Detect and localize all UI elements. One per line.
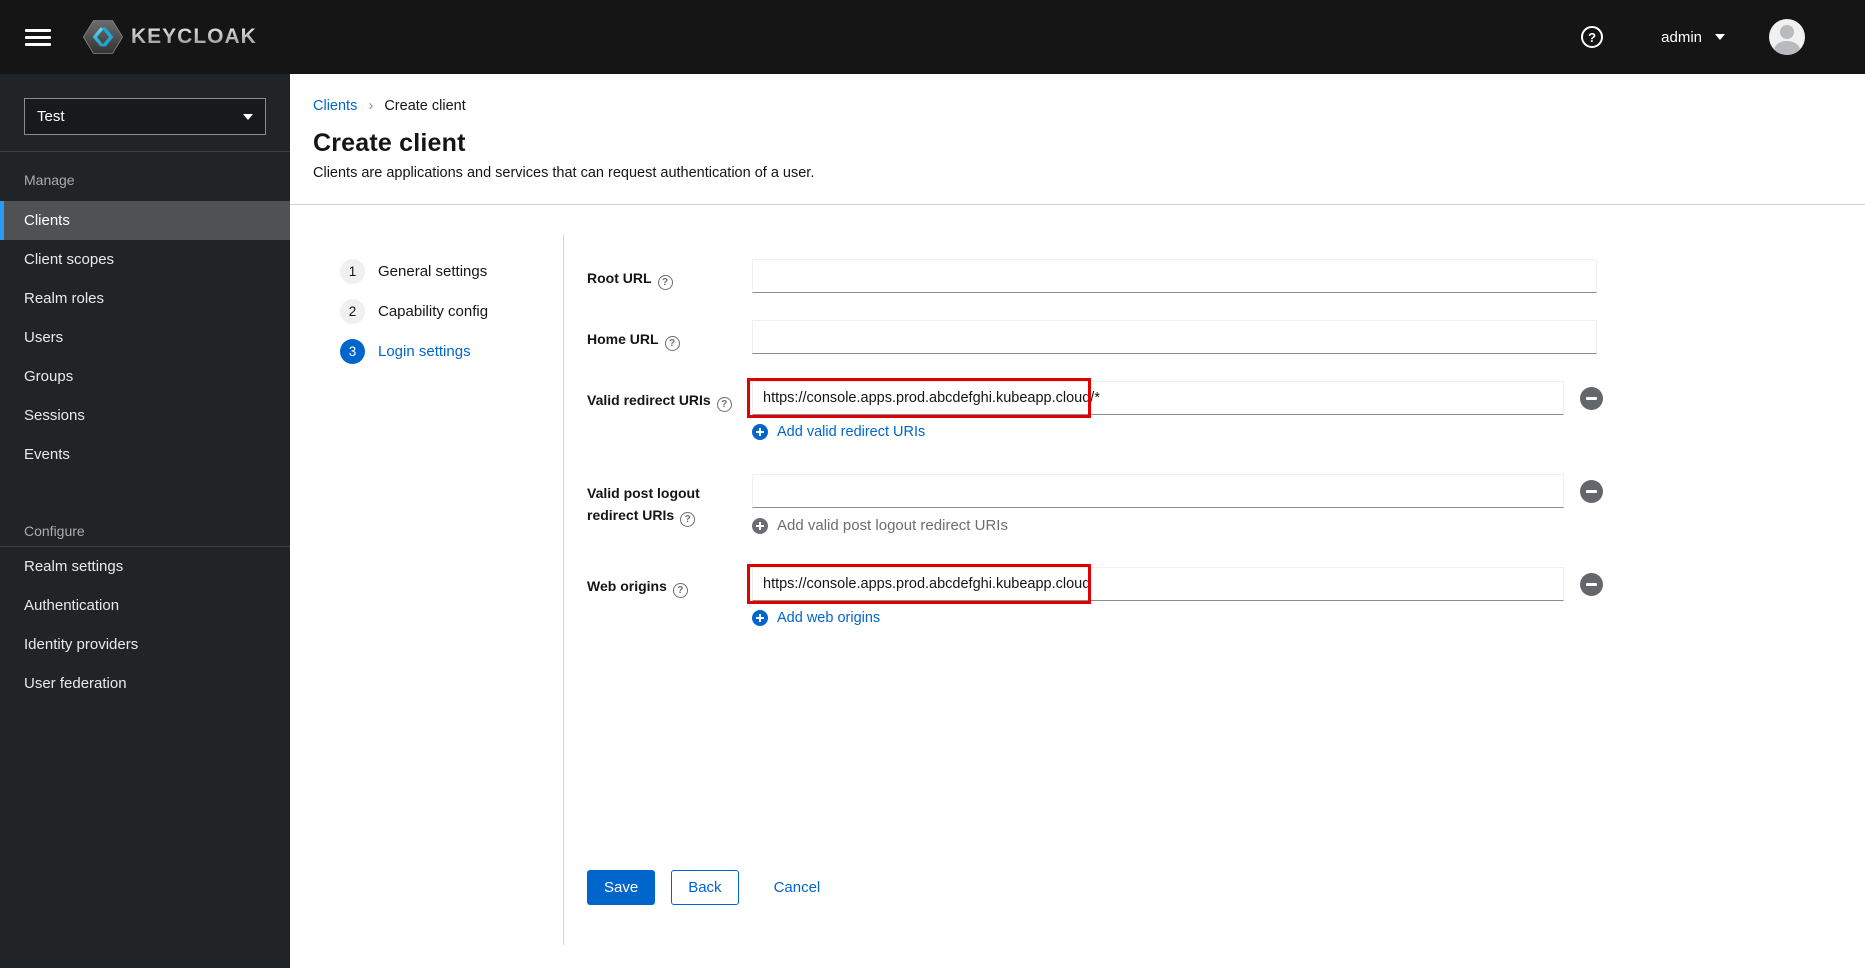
breadcrumb-clients-link[interactable]: Clients	[313, 98, 357, 114]
form-actions: Save Back Cancel	[587, 870, 1865, 905]
chevron-right-icon	[368, 97, 373, 114]
help-button[interactable]	[1581, 25, 1605, 49]
chevron-down-icon	[243, 113, 253, 120]
user-menu-button[interactable]: admin	[1661, 29, 1725, 46]
page-description: Clients are applications and services th…	[313, 165, 815, 181]
plus-circle-icon	[752, 424, 768, 440]
keycloak-logo: KEYCLOAK	[83, 19, 257, 55]
avatar[interactable]	[1769, 19, 1805, 55]
create-client-wizard: 1 General settings 2 Capability config 3…	[290, 205, 1865, 968]
help-icon[interactable]	[664, 336, 680, 352]
wizard-steps: 1 General settings 2 Capability config 3…	[290, 205, 563, 968]
sidebar-item-events[interactable]: Events	[0, 435, 290, 474]
page-header: Clients Create client Create client Clie…	[290, 74, 1865, 205]
chevron-down-icon	[1715, 34, 1725, 40]
breadcrumb: Clients Create client	[313, 97, 1865, 114]
wizard-step-capability-config[interactable]: 2 Capability config	[340, 299, 563, 324]
username: admin	[1661, 28, 1702, 46]
remove-valid-redirect-uri-button[interactable]	[1580, 386, 1603, 410]
form-row-home-url: Home URL	[587, 320, 1865, 354]
sidebar-item-realm-roles[interactable]: Realm roles	[0, 279, 290, 318]
nav-section-title: Configure	[24, 523, 85, 539]
help-icon[interactable]	[680, 511, 696, 527]
keycloak-logo-icon	[83, 20, 123, 54]
web-origins-label: Web origins	[587, 578, 667, 594]
sidebar-item-realm-settings[interactable]: Realm settings	[0, 547, 290, 586]
sidebar-item-sessions[interactable]: Sessions	[0, 396, 290, 435]
valid-redirect-uris-input[interactable]	[752, 381, 1564, 415]
valid-post-logout-redirect-uris-input[interactable]	[752, 474, 1564, 508]
sidebar-item-identity-providers[interactable]: Identity providers	[0, 625, 290, 664]
realm-selector-value: Test	[37, 108, 65, 125]
sidebar-item-user-federation[interactable]: User federation	[0, 664, 290, 703]
add-web-origins-button[interactable]: Add web origins	[752, 610, 880, 626]
nav-section-manage: Manage Clients Client scopes Realm roles…	[0, 172, 290, 474]
home-url-label: Home URL	[587, 331, 659, 347]
plus-circle-icon	[752, 610, 768, 626]
form-row-web-origins: Web origins Add web origins	[587, 564, 1865, 626]
plus-circle-icon	[752, 517, 768, 534]
home-url-input[interactable]	[752, 320, 1597, 354]
masthead-toolbar: admin	[1581, 19, 1805, 55]
cancel-button[interactable]: Cancel	[774, 870, 821, 905]
root-url-label: Root URL	[587, 270, 652, 286]
login-settings-form: Root URL Home URL	[563, 205, 1865, 968]
realm-selector[interactable]: Test	[24, 98, 266, 135]
nav-section-title: Manage	[24, 172, 75, 188]
web-origins-input[interactable]	[752, 567, 1564, 601]
main-content: Clients Create client Create client Clie…	[290, 74, 1865, 968]
nav-section-configure: Configure Realm settings Authentication …	[0, 523, 290, 703]
remove-valid-post-logout-redirect-uri-button[interactable]	[1580, 479, 1603, 503]
divider	[0, 151, 290, 152]
form-row-valid-redirect-uris: Valid redirect URIs Add valid redirect U…	[587, 378, 1865, 440]
sidebar-item-users[interactable]: Users	[0, 318, 290, 357]
help-icon[interactable]	[657, 275, 673, 291]
page-title: Create client	[313, 129, 466, 157]
form-row-root-url: Root URL	[587, 259, 1865, 293]
sidebar: Test Manage Clients Client scopes Realm …	[0, 74, 290, 968]
keycloak-admin-console: KEYCLOAK admin Test Manage Clients C	[0, 0, 1865, 968]
help-icon[interactable]	[672, 583, 688, 599]
question-circle-icon	[1581, 26, 1604, 48]
wizard-step-login-settings[interactable]: 3 Login settings	[340, 339, 563, 364]
add-valid-redirect-uris-button[interactable]: Add valid redirect URIs	[752, 424, 925, 440]
sidebar-item-clients[interactable]: Clients	[0, 201, 290, 240]
back-button[interactable]: Back	[671, 870, 739, 905]
step-number: 2	[340, 299, 365, 324]
divider	[563, 235, 564, 945]
save-button[interactable]: Save	[587, 870, 656, 905]
add-valid-post-logout-redirect-uris-button[interactable]: Add valid post logout redirect URIs	[752, 517, 1008, 534]
form-row-valid-post-logout-redirect-uris: Valid post logout redirect URIs Add vali…	[587, 474, 1865, 534]
keycloak-logo-text: KEYCLOAK	[131, 25, 257, 48]
step-number: 3	[340, 339, 365, 364]
remove-web-origin-button[interactable]	[1580, 572, 1603, 596]
wizard-step-general-settings[interactable]: 1 General settings	[340, 259, 563, 284]
sidebar-item-authentication[interactable]: Authentication	[0, 586, 290, 625]
breadcrumb-current: Create client	[384, 97, 466, 114]
nav-toggle-button[interactable]	[25, 25, 51, 50]
help-icon[interactable]	[716, 397, 732, 413]
hamburger-icon	[25, 28, 51, 46]
valid-redirect-uris-label: Valid redirect URIs	[587, 392, 711, 408]
step-number: 1	[340, 259, 365, 284]
masthead: KEYCLOAK admin	[0, 0, 1865, 74]
sidebar-item-groups[interactable]: Groups	[0, 357, 290, 396]
sidebar-item-client-scopes[interactable]: Client scopes	[0, 240, 290, 279]
root-url-input[interactable]	[752, 259, 1597, 293]
